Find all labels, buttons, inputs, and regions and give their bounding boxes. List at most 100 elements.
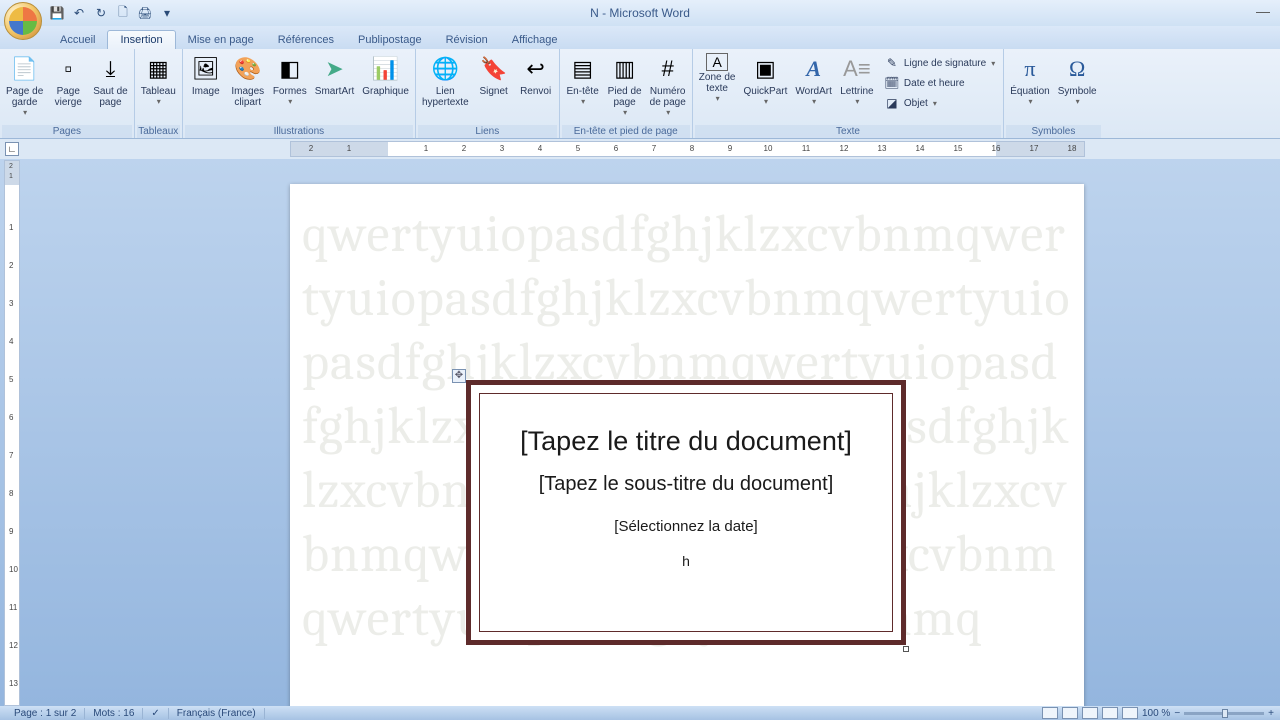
lettrine-button[interactable]: A≡Lettrine▾ xyxy=(836,51,878,108)
quick-access-toolbar: 💾 ↶ ↻ 🗋 🖨 ▾ xyxy=(48,4,176,22)
quickpart-icon: ▣ xyxy=(749,53,781,85)
pied-de-page-button[interactable]: ▥Pied depage▾ xyxy=(604,51,646,119)
image-button[interactable]: 🖼Image xyxy=(185,51,227,99)
tab-affichage[interactable]: Affichage xyxy=(500,31,570,49)
quickpart-button[interactable]: ▣QuickPart▾ xyxy=(740,51,792,108)
tab-mise-en-page[interactable]: Mise en page xyxy=(176,31,266,49)
view-full-screen-button[interactable] xyxy=(1062,707,1078,719)
signature-icon: ✎ xyxy=(884,55,900,71)
horizontal-ruler-area: ∟ 21123456789101112131415161718 xyxy=(0,139,1280,159)
group-texte: AZone detexte▾ ▣QuickPart▾ AWordArt▾ A≡L… xyxy=(693,49,1004,138)
view-print-layout-button[interactable] xyxy=(1042,707,1058,719)
quick-print-icon[interactable]: 🖨 xyxy=(136,4,154,22)
zoom-level[interactable]: 100 % xyxy=(1142,708,1170,719)
group-entete: ▤En-tête▾ ▥Pied depage▾ #Numérode page▾ … xyxy=(560,49,693,138)
numero-de-page-button[interactable]: #Numérode page▾ xyxy=(646,51,690,119)
group-label: Illustrations xyxy=(185,125,413,138)
group-illustrations: 🖼Image 🎨Imagesclipart ◧Formes▾ ➤SmartArt… xyxy=(183,49,416,138)
document-page[interactable]: qwertyuiopasdfghjklzxcvbnmqwertyuiopasdf… xyxy=(290,184,1084,706)
group-label: Symboles xyxy=(1006,125,1100,138)
footer-icon: ▥ xyxy=(609,53,641,85)
group-liens: 🌐Lienhypertexte 🔖Signet ↩Renvoi Liens xyxy=(416,49,560,138)
tab-insertion[interactable]: Insertion xyxy=(107,30,175,49)
formes-button[interactable]: ◧Formes▾ xyxy=(269,51,311,108)
ligne-signature-button[interactable]: ✎Ligne de signature▾ xyxy=(882,53,997,73)
signet-button[interactable]: 🔖Signet xyxy=(473,51,515,99)
zoom-in-button[interactable]: + xyxy=(1268,708,1274,719)
title-bar: 💾 ↶ ↻ 🗋 🖨 ▾ N - Microsoft Word — xyxy=(0,0,1280,26)
graphique-button[interactable]: 📊Graphique xyxy=(358,51,413,99)
tab-revision[interactable]: Révision xyxy=(434,31,500,49)
document-viewport: 1234567891011121321 qwertyuiopasdfghjklz… xyxy=(0,160,1280,706)
bookmark-icon: 🔖 xyxy=(478,53,510,85)
cover-page-box[interactable]: [Tapez le titre du document] [Tapez le s… xyxy=(466,380,906,645)
page-vierge-button[interactable]: ▫Pagevierge xyxy=(47,51,89,110)
object-icon: ◪ xyxy=(884,95,900,111)
cover-page-icon: 📄 xyxy=(9,53,41,85)
chart-icon: 📊 xyxy=(370,53,402,85)
cover-author-placeholder[interactable]: h xyxy=(682,553,690,569)
symbole-button[interactable]: ΩSymbole▾ xyxy=(1054,51,1101,108)
save-icon[interactable]: 💾 xyxy=(48,4,66,22)
window-title: N - Microsoft Word xyxy=(590,6,690,20)
group-pages: 📄Page degarde▾ ▫Pagevierge ⤓Saut depage … xyxy=(0,49,135,138)
cover-subtitle-placeholder[interactable]: [Tapez le sous-titre du document] xyxy=(539,473,834,496)
view-draft-button[interactable] xyxy=(1122,707,1138,719)
resize-handle[interactable] xyxy=(903,646,909,652)
tab-selector[interactable]: ∟ xyxy=(5,142,19,156)
renvoi-button[interactable]: ↩Renvoi xyxy=(515,51,557,99)
zoom-out-button[interactable]: − xyxy=(1174,708,1180,719)
lien-hypertexte-button[interactable]: 🌐Lienhypertexte xyxy=(418,51,473,110)
status-language[interactable]: Français (France) xyxy=(169,708,265,719)
table-icon: ▦ xyxy=(142,53,174,85)
view-outline-button[interactable] xyxy=(1102,707,1118,719)
saut-de-page-button[interactable]: ⤓Saut depage xyxy=(89,51,131,110)
wordart-button[interactable]: AWordArt▾ xyxy=(791,51,836,108)
minimize-button[interactable]: — xyxy=(1256,3,1270,19)
redo-icon[interactable]: ↻ xyxy=(92,4,110,22)
equation-button[interactable]: πÉquation▾ xyxy=(1006,51,1053,108)
page-de-garde-button[interactable]: 📄Page degarde▾ xyxy=(2,51,47,119)
vertical-ruler[interactable]: 1234567891011121321 xyxy=(4,160,20,706)
equation-icon: π xyxy=(1014,53,1046,85)
blank-page-icon: ▫ xyxy=(52,53,84,85)
dropcap-icon: A≡ xyxy=(841,53,873,85)
page-number-icon: # xyxy=(652,53,684,85)
group-symboles: πÉquation▾ ΩSymbole▾ Symboles xyxy=(1004,49,1102,138)
clipart-button[interactable]: 🎨Imagesclipart xyxy=(227,51,269,110)
picture-icon: 🖼 xyxy=(190,53,222,85)
objet-button[interactable]: ◪Objet▾ xyxy=(882,93,997,113)
tab-accueil[interactable]: Accueil xyxy=(48,31,107,49)
horizontal-ruler[interactable]: 21123456789101112131415161718 xyxy=(290,141,1085,157)
cover-title-placeholder[interactable]: [Tapez le titre du document] xyxy=(520,426,852,457)
header-icon: ▤ xyxy=(567,53,599,85)
qat-customize-icon[interactable]: ▾ xyxy=(158,4,176,22)
cross-ref-icon: ↩ xyxy=(520,53,552,85)
wordart-icon: A xyxy=(798,53,830,85)
tab-references[interactable]: Références xyxy=(266,31,346,49)
move-handle-icon[interactable]: ✥ xyxy=(452,369,466,383)
en-tete-button[interactable]: ▤En-tête▾ xyxy=(562,51,604,108)
cover-date-placeholder[interactable]: [Sélectionnez la date] xyxy=(614,518,757,535)
clipart-icon: 🎨 xyxy=(232,53,264,85)
undo-icon[interactable]: ↶ xyxy=(70,4,88,22)
date-heure-button[interactable]: 🗓Date et heure xyxy=(882,73,997,93)
tableau-button[interactable]: ▦Tableau▾ xyxy=(137,51,180,108)
new-icon[interactable]: 🗋 xyxy=(114,4,132,22)
tab-publipostage[interactable]: Publipostage xyxy=(346,31,434,49)
group-label: Tableaux xyxy=(137,125,180,138)
group-label: Liens xyxy=(418,125,557,138)
hyperlink-icon: 🌐 xyxy=(429,53,461,85)
status-page[interactable]: Page : 1 sur 2 xyxy=(6,708,85,719)
status-proofing-icon[interactable]: ✓ xyxy=(143,708,168,719)
view-web-button[interactable] xyxy=(1082,707,1098,719)
office-button[interactable] xyxy=(4,2,42,40)
shapes-icon: ◧ xyxy=(274,53,306,85)
zone-de-texte-button[interactable]: AZone detexte▾ xyxy=(695,51,740,105)
zoom-slider[interactable] xyxy=(1184,712,1264,715)
status-words[interactable]: Mots : 16 xyxy=(85,708,143,719)
group-label: En-tête et pied de page xyxy=(562,125,690,138)
smartart-button[interactable]: ➤SmartArt xyxy=(311,51,358,99)
status-bar: Page : 1 sur 2 Mots : 16 ✓ Français (Fra… xyxy=(0,706,1280,720)
date-icon: 🗓 xyxy=(884,75,900,91)
